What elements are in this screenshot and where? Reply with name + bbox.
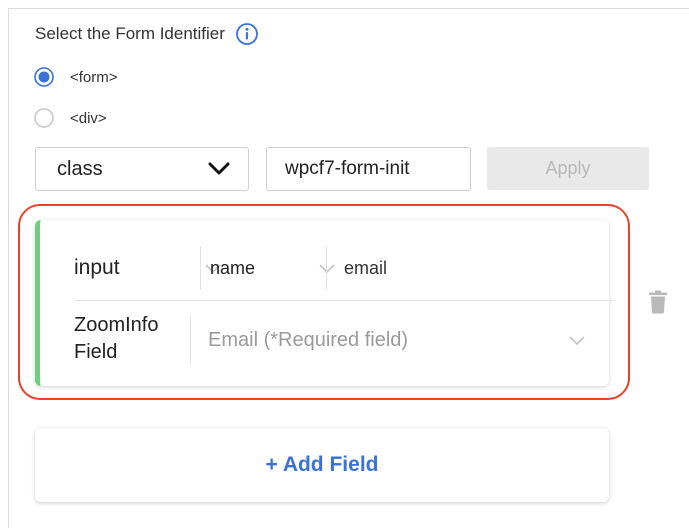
form-identifier-title: Select the Form Identifier [35,24,225,43]
mapping-selector-row: input name email [40,240,609,296]
zoominfo-field-placeholder: Email (*Required field) [208,328,409,351]
radio-selected-icon[interactable] [34,67,54,87]
chevron-down-icon [569,335,585,345]
trash-icon[interactable] [648,290,668,314]
row-divider [74,300,614,301]
attribute-type-select[interactable]: class [35,147,249,191]
zoominfo-field-label: ZoomInfo Field [74,312,194,366]
chevron-down-icon [319,263,335,273]
column-divider [190,316,191,364]
radio-option-form[interactable]: <form> [34,67,118,87]
attribute-select[interactable]: name [210,240,336,296]
field-mapping-card: input name email ZoomInfo Field Email (*… [35,220,614,386]
chevron-down-icon [208,162,230,175]
radio-label-form: <form> [70,68,118,86]
apply-button[interactable]: Apply [487,147,649,190]
attribute-type-value: class [57,157,103,180]
zoominfo-field-select[interactable]: Email (*Required field) [208,320,586,360]
radio-empty-icon[interactable] [34,108,54,128]
attribute-value-input[interactable] [266,147,471,191]
attribute-value-text: email [344,257,388,278]
zoominfo-label-line2: Field [74,341,118,363]
info-icon[interactable] [235,22,259,46]
attribute-select-value: name [210,257,256,278]
attribute-value-field[interactable]: email [344,240,387,296]
add-field-button[interactable]: + Add Field [35,428,609,502]
tag-select-value: input [74,256,120,279]
section-title: Select the Form Identifier [35,22,259,46]
radio-label-div: <div> [70,109,107,127]
column-divider [200,246,201,290]
column-divider [326,246,327,290]
zoominfo-label-line1: ZoomInfo [74,314,159,336]
radio-option-div[interactable]: <div> [34,108,107,128]
